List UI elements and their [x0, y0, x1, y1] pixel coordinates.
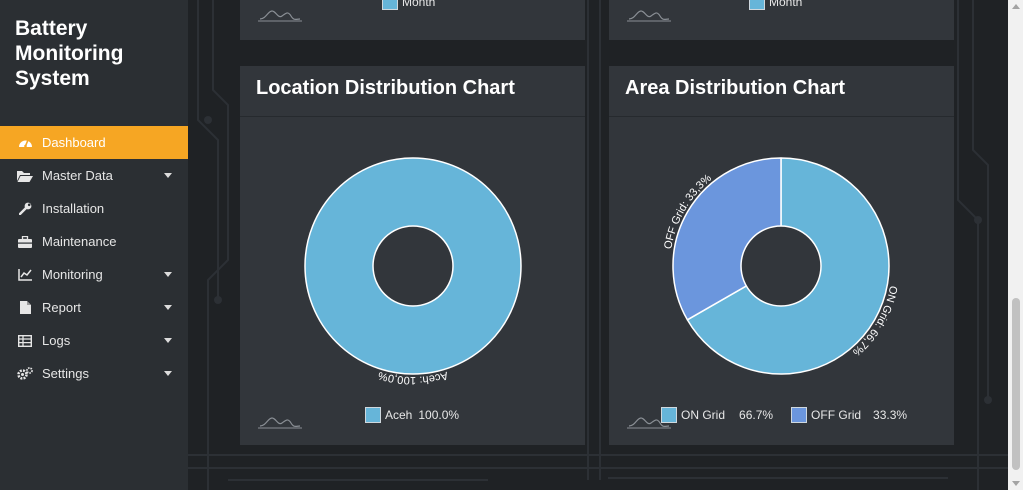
chart-legend: Aceh 100.0%: [365, 407, 459, 423]
sidebar-item-label: Report: [42, 300, 82, 315]
area-distribution-panel: Area Distribution Chart ON Grid: 66,7% OF…: [609, 66, 954, 445]
legend-value: 100.0%: [418, 408, 460, 422]
sidebar-item-label: Maintenance: [42, 234, 117, 249]
legend-label: Month: [769, 0, 803, 9]
sidebar: Battery Monitoring System Dashboard Mast…: [0, 0, 188, 490]
chevron-down-icon: [164, 272, 172, 277]
donut-hole: [372, 225, 454, 307]
wave-logo-icon: [258, 417, 302, 429]
sidebar-item-maintenance[interactable]: Maintenance: [0, 225, 188, 258]
chevron-down-icon: [164, 173, 172, 178]
scrollbar-thumb[interactable]: [1012, 298, 1020, 470]
sidebar-item-label: Installation: [42, 201, 105, 216]
location-distribution-panel: Location Distribution Chart Aceh: 100,0%…: [240, 66, 585, 445]
chart-legend: Month: [382, 0, 435, 10]
sidebar-item-report[interactable]: Report: [0, 291, 188, 324]
wave-logo-icon: [627, 10, 671, 22]
file-icon: [17, 300, 33, 316]
legend-label: ON Grid: [681, 408, 726, 422]
top-left-panel: Month: [240, 0, 585, 40]
legend-label: OFF Grid: [811, 408, 862, 422]
chevron-down-icon: [164, 371, 172, 376]
sidebar-item-installation[interactable]: Installation: [0, 192, 188, 225]
cogs-icon: [17, 366, 33, 382]
scroll-down-arrow-icon[interactable]: [1012, 481, 1020, 486]
legend-swatch: [365, 407, 381, 423]
sidebar-item-settings[interactable]: Settings: [0, 357, 188, 390]
dashboard-gauge-icon: [17, 135, 33, 151]
sidebar-item-master-data[interactable]: Master Data: [0, 159, 188, 192]
sidebar-item-label: Monitoring: [42, 267, 103, 282]
legend-value: 33.3%: [873, 408, 908, 422]
line-chart-icon: [17, 267, 33, 283]
legend-label: Month: [402, 0, 436, 9]
location-donut-chart: Aceh: 100,0%: [304, 157, 522, 386]
folder-open-icon: [17, 168, 33, 184]
table-icon: [17, 333, 33, 349]
sidebar-item-label: Settings: [42, 366, 89, 381]
legend-swatch: [791, 407, 808, 423]
page-scrollbar[interactable]: [1008, 0, 1023, 490]
legend-swatch: [661, 407, 677, 423]
legend-swatch: [749, 0, 765, 10]
area-donut-chart: ON Grid: 66,7%OFF Grid: 33,3%: [662, 157, 899, 375]
wave-logo-icon: [258, 10, 302, 22]
sidebar-item-label: Master Data: [42, 168, 113, 183]
chevron-down-icon: [164, 338, 172, 343]
legend-label: Aceh: [385, 408, 413, 422]
chevron-down-icon: [164, 305, 172, 310]
sidebar-item-dashboard[interactable]: Dashboard: [0, 126, 188, 159]
sidebar-item-label: Logs: [42, 333, 71, 348]
top-right-panel: Month: [609, 0, 954, 40]
wrench-icon: [17, 201, 33, 217]
legend-swatch: [382, 0, 398, 10]
sidebar-nav: Dashboard Master Data Installation Maint…: [0, 126, 188, 390]
legend-value: 66.7%: [739, 408, 774, 422]
sidebar-item-logs[interactable]: Logs: [0, 324, 188, 357]
app-title: Battery Monitoring System: [15, 17, 124, 90]
scroll-up-arrow-icon[interactable]: [1012, 4, 1020, 9]
donut-hole: [740, 225, 822, 307]
sidebar-item-monitoring[interactable]: Monitoring: [0, 258, 188, 291]
sidebar-item-label: Dashboard: [42, 135, 106, 150]
chart-legend: ON Grid 66.7% OFF Grid 33.3%: [661, 407, 907, 423]
chart-legend: Month: [749, 0, 802, 10]
toolbox-icon: [17, 234, 33, 250]
